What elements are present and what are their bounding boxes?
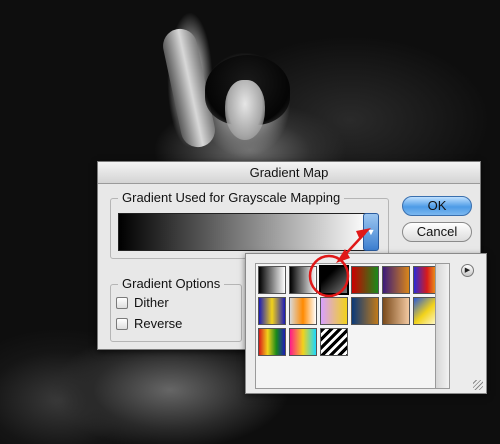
dither-checkbox[interactable] bbox=[116, 296, 128, 309]
options-group-label: Gradient Options bbox=[118, 276, 225, 291]
ok-button[interactable]: OK bbox=[402, 196, 472, 216]
picker-scrollbar[interactable] bbox=[435, 263, 450, 389]
gradient-swatch[interactable] bbox=[258, 297, 286, 325]
gradient-swatch[interactable] bbox=[289, 266, 317, 294]
dialog-title: Gradient Map bbox=[98, 162, 480, 184]
gradient-swatch[interactable] bbox=[320, 328, 348, 356]
resize-grip-icon[interactable] bbox=[473, 380, 483, 390]
picker-menu-icon[interactable]: ▶ bbox=[461, 264, 474, 277]
reverse-label: Reverse bbox=[134, 316, 183, 331]
gradient-swatch[interactable] bbox=[289, 297, 317, 325]
gradient-dropdown-arrow-icon[interactable]: ▼ bbox=[363, 213, 379, 251]
gradient-swatch[interactable] bbox=[289, 328, 317, 356]
gradient-swatch[interactable] bbox=[319, 265, 349, 295]
gradient-swatch[interactable] bbox=[382, 266, 410, 294]
gradient-swatch-grid bbox=[258, 265, 441, 356]
reverse-checkbox[interactable] bbox=[116, 317, 128, 330]
cancel-button[interactable]: Cancel bbox=[402, 222, 472, 242]
dither-label: Dither bbox=[134, 295, 169, 310]
gradient-swatch[interactable] bbox=[320, 297, 348, 325]
gradient-preview[interactable] bbox=[118, 213, 370, 251]
gradient-swatch[interactable] bbox=[382, 297, 410, 325]
gradient-swatch[interactable] bbox=[351, 266, 379, 294]
dither-checkbox-row[interactable]: Dither bbox=[116, 295, 169, 310]
gradient-picker-popup: ▶ bbox=[245, 253, 487, 394]
reverse-checkbox-row[interactable]: Reverse bbox=[116, 316, 182, 331]
options-group bbox=[110, 284, 242, 342]
gradient-swatch[interactable] bbox=[258, 266, 286, 294]
gradient-swatch[interactable] bbox=[351, 297, 379, 325]
photo-face bbox=[225, 80, 265, 140]
gradient-swatch[interactable] bbox=[258, 328, 286, 356]
gradient-group-label: Gradient Used for Grayscale Mapping bbox=[118, 190, 345, 205]
gradient-swatch-panel bbox=[255, 263, 447, 389]
